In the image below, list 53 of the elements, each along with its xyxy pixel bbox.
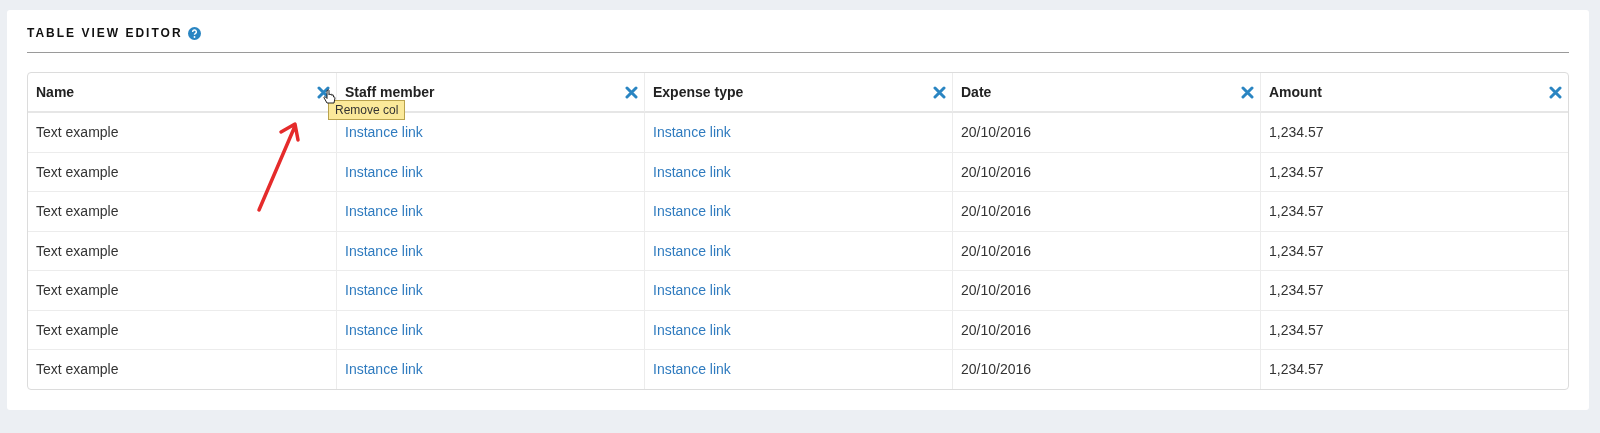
instance-link[interactable]: Instance link — [653, 124, 731, 141]
instance-link[interactable]: Instance link — [345, 321, 423, 338]
remove-column-button[interactable] — [933, 85, 946, 99]
table-cell-text: 1,234.57 — [1269, 242, 1324, 259]
panel-title: TABLE VIEW EDITOR — [27, 26, 183, 40]
table-cell-text: 1,234.57 — [1269, 361, 1324, 378]
table-cell-text: Text example — [36, 321, 119, 338]
column-label: Date — [961, 84, 992, 100]
table-cell-text: 20/10/2016 — [961, 242, 1032, 259]
close-icon — [1241, 85, 1254, 99]
table-cell-text: 1,234.57 — [1269, 124, 1324, 141]
instance-link[interactable]: Instance link — [653, 163, 731, 180]
tooltip: Remove col — [328, 100, 406, 120]
table-cell-text: 1,234.57 — [1269, 203, 1324, 220]
table-cell-text: 1,234.57 — [1269, 163, 1324, 180]
remove-column-button[interactable] — [625, 85, 638, 99]
close-icon — [933, 85, 946, 99]
table-cell-text: 20/10/2016 — [961, 124, 1032, 141]
table-cell-text: Text example — [36, 282, 119, 299]
table-cell-text: 20/10/2016 — [961, 361, 1032, 378]
column-label: Staff member — [345, 84, 435, 100]
table-cell-text: Text example — [36, 203, 119, 220]
table-cell-text: 20/10/2016 — [961, 163, 1032, 180]
table-cell-text: Text example — [36, 163, 119, 180]
instance-link[interactable]: Instance link — [653, 321, 731, 338]
instance-link[interactable]: Instance link — [345, 163, 423, 180]
instance-link[interactable]: Instance link — [345, 282, 423, 299]
table-cell-text: Text example — [36, 124, 119, 141]
table-cell-text: 20/10/2016 — [961, 321, 1032, 338]
column-label: Amount — [1269, 84, 1322, 100]
instance-link[interactable]: Instance link — [653, 242, 731, 259]
instance-link[interactable]: Instance link — [345, 361, 423, 378]
close-icon — [625, 85, 638, 99]
column-label: Expense type — [653, 84, 744, 100]
close-icon — [317, 85, 330, 99]
close-icon — [1549, 85, 1562, 99]
table-cell-text: Text example — [36, 242, 119, 259]
instance-link[interactable]: Instance link — [653, 282, 731, 299]
table-cell-text: 1,234.57 — [1269, 321, 1324, 338]
column-label: Name — [36, 84, 75, 100]
instance-link[interactable]: Instance link — [345, 242, 423, 259]
table-cell-text: 20/10/2016 — [961, 282, 1032, 299]
remove-column-button[interactable] — [1241, 85, 1254, 99]
table-cell-text: Text example — [36, 361, 119, 378]
table-cell-text: 1,234.57 — [1269, 282, 1324, 299]
remove-column-button[interactable] — [1549, 85, 1562, 99]
instance-link[interactable]: Instance link — [345, 203, 423, 220]
table-cell-text: 20/10/2016 — [961, 203, 1032, 220]
instance-link[interactable]: Instance link — [653, 361, 731, 378]
help-icon[interactable] — [187, 26, 201, 40]
instance-link[interactable]: Instance link — [345, 124, 423, 141]
hand-cursor-icon — [323, 89, 336, 105]
instance-link[interactable]: Instance link — [653, 203, 731, 220]
